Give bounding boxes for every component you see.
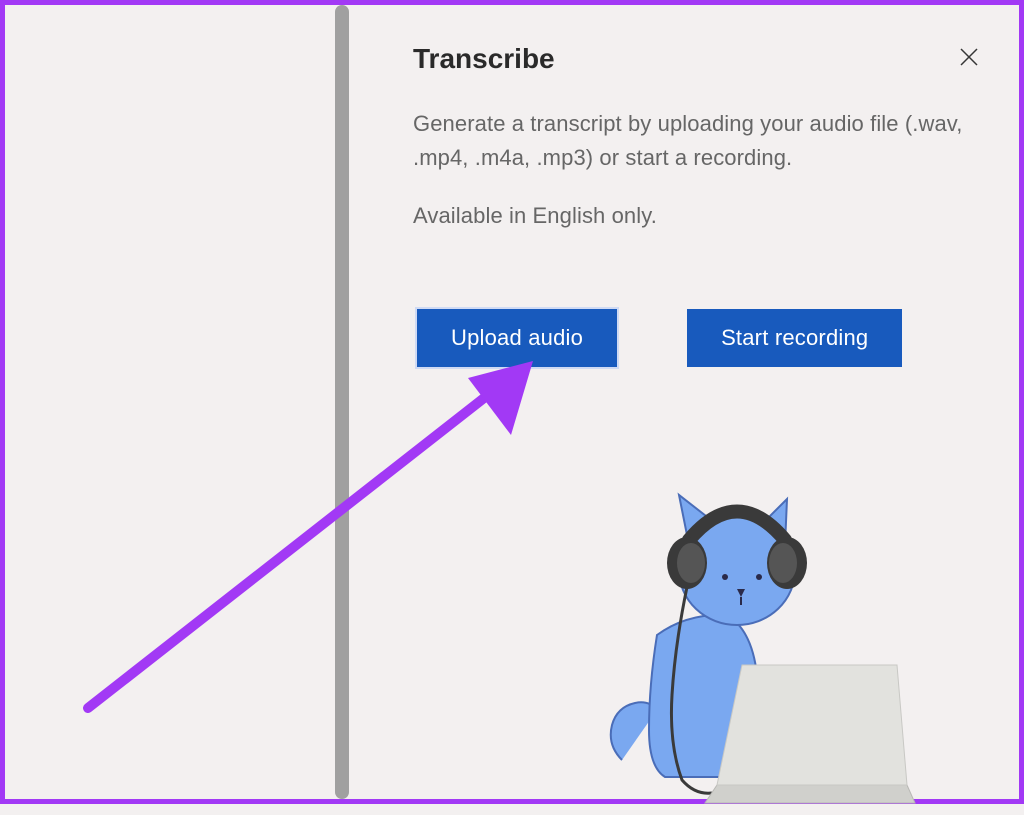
vertical-scrollbar[interactable]	[335, 5, 349, 799]
close-icon[interactable]	[959, 47, 979, 71]
start-recording-button[interactable]: Start recording	[687, 309, 902, 367]
button-row: Upload audio Start recording	[417, 309, 979, 367]
availability-text: Available in English only.	[413, 203, 979, 229]
upload-audio-button[interactable]: Upload audio	[417, 309, 617, 367]
panel-header: Transcribe	[413, 43, 979, 75]
cat-illustration	[587, 485, 917, 815]
document-area	[5, 5, 335, 799]
panel-title: Transcribe	[413, 43, 555, 75]
panel-description: Generate a transcript by uploading your …	[413, 107, 979, 175]
